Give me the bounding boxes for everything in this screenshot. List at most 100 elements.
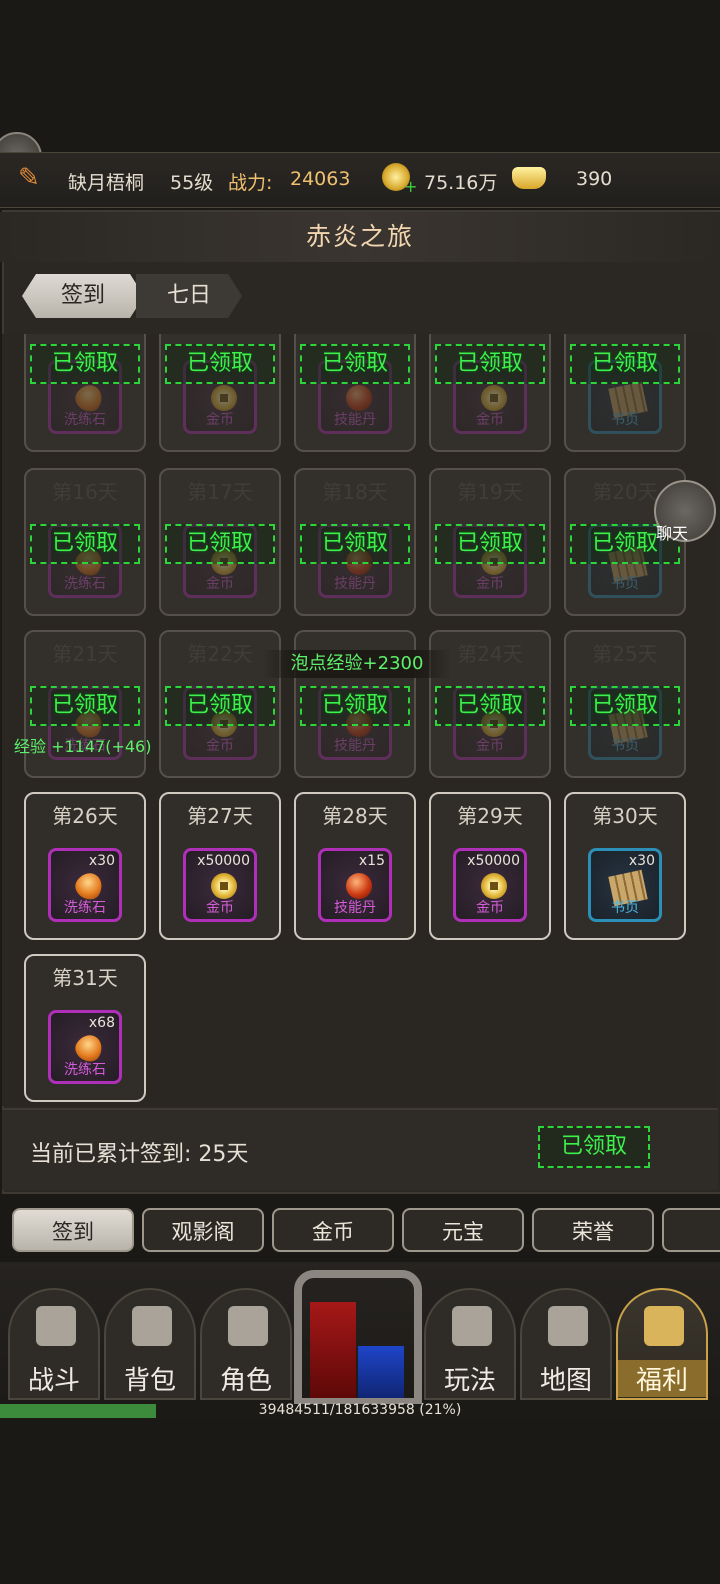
coin-icon bbox=[211, 385, 237, 411]
bottom-tab-more[interactable] bbox=[662, 1208, 720, 1252]
day-label: 第25天 bbox=[592, 642, 658, 666]
item-name: 书页 bbox=[611, 900, 639, 916]
item-name: 金币 bbox=[476, 412, 504, 428]
reward-item[interactable]: x30 书页 bbox=[588, 848, 662, 922]
item-name: 金币 bbox=[206, 900, 234, 916]
map-icon bbox=[548, 1306, 588, 1346]
item-quantity: x50000 bbox=[467, 853, 520, 869]
tab-signin[interactable]: 签到 bbox=[22, 274, 144, 318]
add-icon[interactable]: + bbox=[404, 177, 417, 196]
item-quantity: x30 bbox=[88, 853, 115, 869]
item-name: 洗练石 bbox=[64, 900, 106, 916]
nav-gameplay[interactable]: 玩法 bbox=[424, 1288, 516, 1400]
claimed-stamp: 已领取 bbox=[435, 524, 545, 564]
day-label: 第16天 bbox=[52, 480, 118, 504]
cumulative-claimed-stamp: 已领取 bbox=[538, 1126, 650, 1168]
item-quantity: x50000 bbox=[197, 853, 250, 869]
nav-battle[interactable]: 战斗 bbox=[8, 1288, 100, 1400]
claimed-stamp: 已领取 bbox=[30, 344, 140, 384]
reward-item[interactable]: x50000 金币 bbox=[453, 848, 527, 922]
reward-grid[interactable]: 洗练石 已领取 金币 已领取 技能丹 已领取 金币 已领取 书页 已领取 第16天 洗练石 已领取 第17… bbox=[2, 334, 718, 1106]
bottom-tab-gold[interactable]: 金币 bbox=[272, 1208, 394, 1252]
claimed-stamp: 已领取 bbox=[300, 524, 410, 564]
character-icon bbox=[228, 1306, 268, 1346]
item-name: 金币 bbox=[206, 738, 234, 754]
center-gate[interactable] bbox=[294, 1270, 422, 1406]
coin-icon bbox=[481, 873, 507, 899]
claimed-stamp: 已领取 bbox=[435, 344, 545, 384]
cumulative-text: 当前已累计签到: 25天 bbox=[30, 1136, 248, 1168]
item-quantity: x68 bbox=[88, 1015, 115, 1031]
day-label: 第30天 bbox=[592, 804, 658, 828]
reward-item[interactable]: x30 洗练石 bbox=[48, 848, 122, 922]
claimed-stamp: 已领取 bbox=[30, 524, 140, 564]
day-cell[interactable]: 洗练石 已领取 bbox=[24, 334, 146, 452]
day-label: 第21天 bbox=[52, 642, 118, 666]
nav-map[interactable]: 地图 bbox=[520, 1288, 612, 1400]
day-cell[interactable]: 第29天 x50000 金币 bbox=[429, 792, 551, 940]
reward-item[interactable]: x68 洗练石 bbox=[48, 1010, 122, 1084]
day-cell[interactable]: 书页 已领取 bbox=[564, 334, 686, 452]
day-cell[interactable]: 第26天 x30 洗练石 bbox=[24, 792, 146, 940]
item-name: 技能丹 bbox=[334, 412, 376, 428]
player-name: 缺月梧桐 bbox=[68, 172, 145, 194]
bottom-tab-yuanbao[interactable]: 元宝 bbox=[402, 1208, 524, 1252]
day-cell[interactable]: 金币 已领取 bbox=[429, 334, 551, 452]
claimed-stamp: 已领取 bbox=[300, 344, 410, 384]
swords-icon bbox=[36, 1306, 76, 1346]
item-name: 技能丹 bbox=[334, 900, 376, 916]
day-cell[interactable]: 第17天 金币 已领取 bbox=[159, 468, 281, 616]
player-level: 55级 bbox=[170, 172, 214, 194]
day-cell[interactable]: 第27天 x50000 金币 bbox=[159, 792, 281, 940]
tab-seven-day[interactable]: 七日 bbox=[136, 274, 242, 318]
claimed-stamp: 已领取 bbox=[300, 686, 410, 726]
pill-icon bbox=[346, 385, 372, 411]
reward-item[interactable]: x50000 金币 bbox=[183, 848, 257, 922]
item-name: 洗练石 bbox=[64, 412, 106, 428]
claimed-stamp: 已领取 bbox=[165, 344, 275, 384]
day-cell[interactable]: 第31天 x68 洗练石 bbox=[24, 954, 146, 1102]
nav-character[interactable]: 角色 bbox=[200, 1288, 292, 1400]
coin-icon bbox=[481, 385, 507, 411]
bottom-tab-theater[interactable]: 观影阁 bbox=[142, 1208, 264, 1252]
day-label: 第26天 bbox=[52, 804, 118, 828]
item-quantity: x15 bbox=[358, 853, 385, 869]
day-label: 第28天 bbox=[322, 804, 388, 828]
day-label: 第19天 bbox=[457, 480, 523, 504]
exp-text: 39484511/181633958 (21%) bbox=[258, 1402, 462, 1418]
day-cell[interactable]: 第16天 洗练石 已领取 bbox=[24, 468, 146, 616]
day-cell[interactable]: 第25天 书页 已领取 bbox=[564, 630, 686, 778]
day-cell[interactable]: 技能丹 已领取 bbox=[294, 334, 416, 452]
day-cell[interactable]: 第28天 x15 技能丹 bbox=[294, 792, 416, 940]
cumulative-days: 25天 bbox=[198, 1142, 249, 1167]
day-label: 第27天 bbox=[187, 804, 253, 828]
day-cell[interactable]: 第18天 技能丹 已领取 bbox=[294, 468, 416, 616]
claimed-stamp: 已领取 bbox=[570, 686, 680, 726]
bottom-tab-signin[interactable]: 签到 bbox=[12, 1208, 134, 1252]
yuanbao-amount: 390 bbox=[576, 168, 613, 190]
bottom-tab-honor[interactable]: 荣誉 bbox=[532, 1208, 654, 1252]
item-name: 金币 bbox=[476, 738, 504, 754]
cumulative-label: 当前已累计签到: bbox=[30, 1142, 192, 1167]
nav-backpack[interactable]: 背包 bbox=[104, 1288, 196, 1400]
day-label: 第18天 bbox=[322, 480, 388, 504]
exp-bubble-text: 泡点经验+2300 bbox=[262, 650, 452, 678]
item-name: 金币 bbox=[206, 576, 234, 592]
nav-welfare[interactable]: 福利 bbox=[616, 1288, 708, 1400]
item-name: 金币 bbox=[476, 576, 504, 592]
item-name: 书页 bbox=[611, 412, 639, 428]
pill-icon bbox=[346, 873, 372, 899]
item-name: 技能丹 bbox=[334, 738, 376, 754]
day-label: 第17天 bbox=[187, 480, 253, 504]
yuanbao-icon bbox=[512, 167, 546, 189]
backpack-icon bbox=[132, 1306, 172, 1346]
chest-icon bbox=[644, 1306, 684, 1346]
day-cell[interactable]: 第19天金币 已领取 bbox=[429, 468, 551, 616]
day-label: 第29天 bbox=[457, 804, 523, 828]
item-name: 金币 bbox=[476, 900, 504, 916]
chat-label[interactable]: 聊天 bbox=[656, 520, 688, 544]
day-cell[interactable]: 金币 已领取 bbox=[159, 334, 281, 452]
gold-amount: 75.16万 bbox=[424, 172, 498, 194]
reward-item[interactable]: x15 技能丹 bbox=[318, 848, 392, 922]
day-cell[interactable]: 第30天 x30 书页 bbox=[564, 792, 686, 940]
